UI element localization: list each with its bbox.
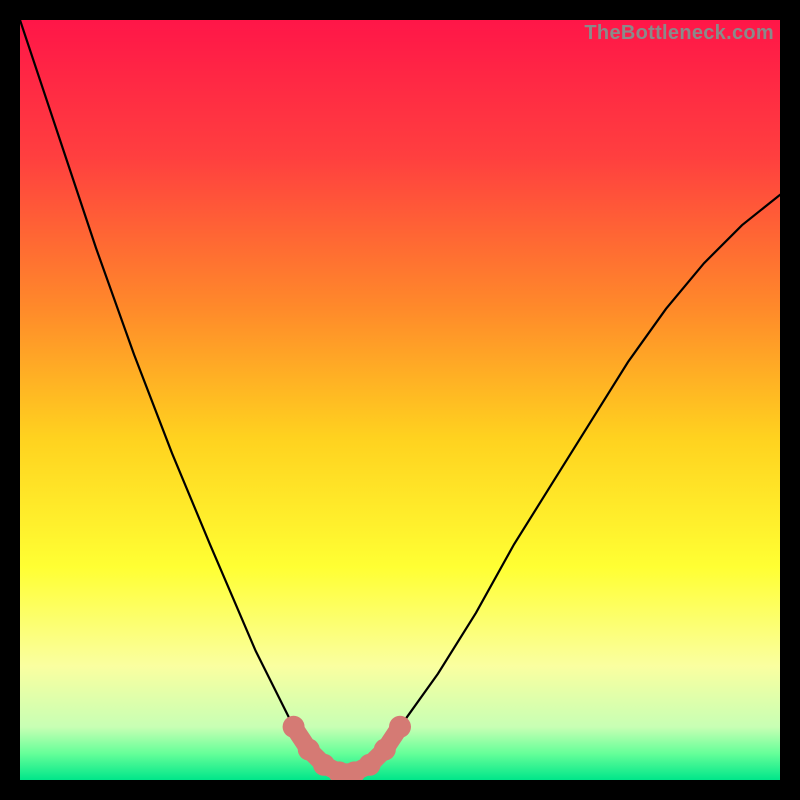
- optimal-point-marker: [374, 739, 396, 761]
- optimal-point-marker: [283, 716, 305, 738]
- optimal-point-marker: [389, 716, 411, 738]
- gradient-background: [20, 20, 780, 780]
- bottleneck-chart: [20, 20, 780, 780]
- chart-frame: TheBottleneck.com: [20, 20, 780, 780]
- watermark-text: TheBottleneck.com: [584, 22, 774, 45]
